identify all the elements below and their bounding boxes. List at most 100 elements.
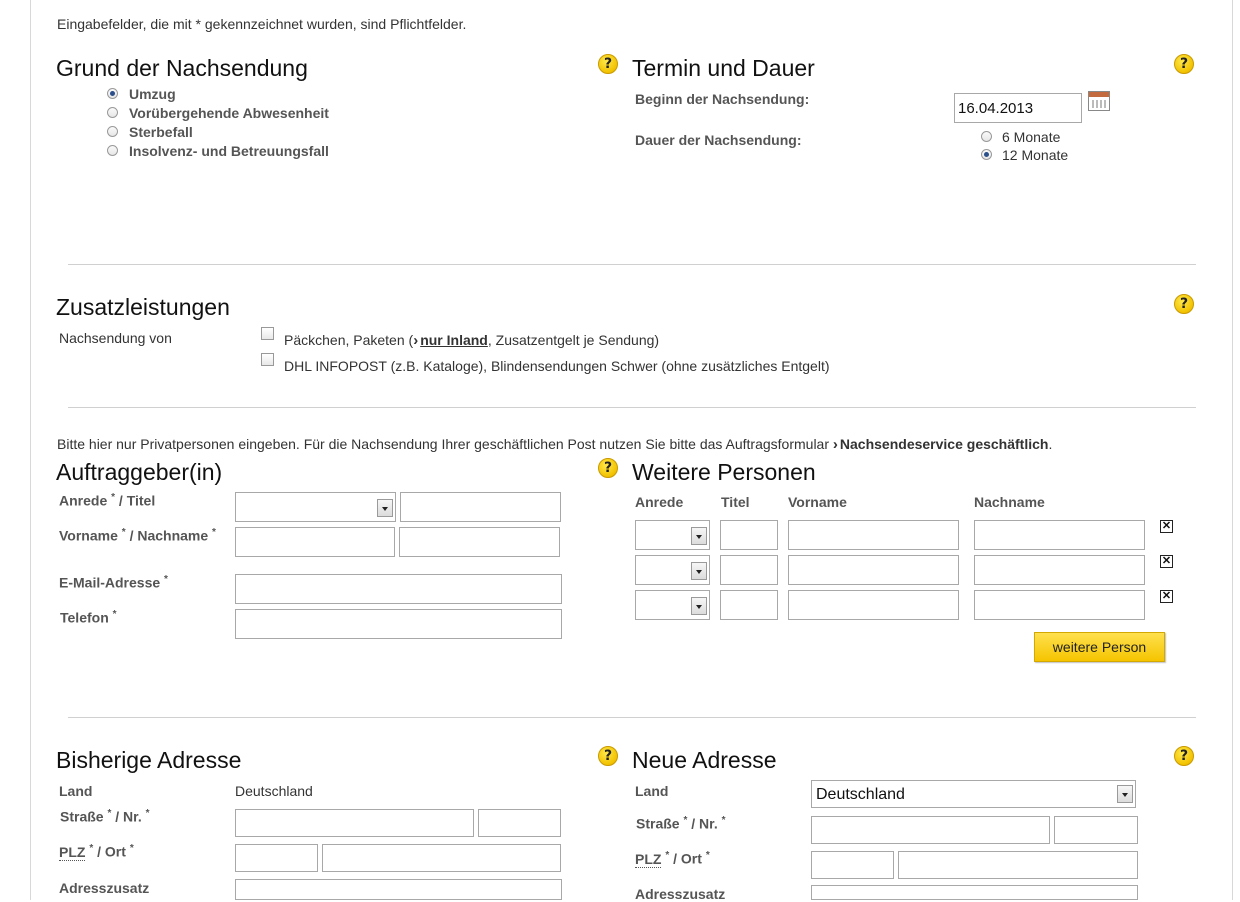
neue-zusatz-input[interactable] [811,885,1138,900]
neue-plz-label: PLZ * / Ort * [635,850,710,868]
grund-radio-insolvenz[interactable] [107,145,118,156]
geschaeftlich-link[interactable]: Nachsendeservice geschäftlich [833,436,1049,452]
neue-ort-input[interactable] [898,851,1138,879]
person-2-vorname-input[interactable] [788,555,959,585]
zusatz-checkbox-infopost[interactable] [261,353,274,366]
grund-radio-umzug[interactable] [107,88,118,99]
privat-note-end: . [1048,436,1053,452]
bisherige-nr-label-text: / Nr. [115,808,142,825]
person-2-titel-input[interactable] [720,555,778,585]
bisherige-land-label: Land [59,783,93,799]
divider-1 [68,264,1196,265]
page-border-right [1232,0,1233,900]
bisherige-ort-input[interactable] [322,844,561,872]
zusatz-title: Zusatzleistungen [56,294,230,320]
neue-strasse-input[interactable] [811,816,1050,844]
zusatz-help-icon[interactable]: ? [1174,294,1194,314]
zusatz-checkbox-pakete[interactable] [261,327,274,340]
vorname-label-text: Vorname [59,527,118,544]
chevron-down-icon [1117,785,1133,803]
anrede-select[interactable] [235,492,396,522]
bisherige-plz-label: PLZ * / Ort * [59,843,134,861]
chevron-down-icon [691,527,707,545]
bisherige-strasse-label-text: Straße [60,808,104,825]
calendar-icon[interactable] [1088,91,1110,111]
person-1-vorname-input[interactable] [788,520,959,550]
person-3-nachname-input[interactable] [974,590,1145,620]
person-2-anrede-select[interactable] [635,555,710,585]
person-3-vorname-input[interactable] [788,590,959,620]
titel-label-text: / Titel [118,492,156,509]
grund-label-umzug: Umzug [129,86,176,102]
person-1-nachname-input[interactable] [974,520,1145,550]
required-mark: * [145,808,150,819]
neue-land-select[interactable]: Deutschland [811,780,1136,808]
grund-help-icon[interactable]: ? [598,54,618,74]
grund-label-insolvenz: Insolvenz- und Betreuungsfall [129,143,329,159]
required-mark: * [705,850,710,861]
required-mark: * [107,808,112,819]
neue-plz-label-text: PLZ [635,850,662,868]
neue-help-icon[interactable]: ? [1174,746,1194,766]
required-mark: * [683,815,688,826]
anrede-titel-label: Anrede * / Titel [59,492,155,509]
neue-plz-input[interactable] [811,851,894,879]
zusatz-option-pakete-before: Päckchen, Paketen ( [284,332,414,348]
vorname-nachname-label: Vorname * / Nachname * [59,527,216,544]
grund-radio-abwesenheit[interactable] [107,107,118,118]
chevron-down-icon [377,499,393,517]
divider-3 [68,717,1196,718]
col-titel: Titel [721,494,750,510]
person-2-nachname-input[interactable] [974,555,1145,585]
bisherige-zusatz-input[interactable] [235,879,562,900]
bisherige-plz-input[interactable] [235,844,318,872]
required-mark: * [164,574,168,585]
termin-help-icon[interactable]: ? [1174,54,1194,74]
geschaeftlich-link-text[interactable]: Nachsendeservice geschäftlich [840,436,1049,452]
zusatz-row-label: Nachsendung von [59,330,172,346]
telefon-label-text: Telefon [60,609,109,626]
person-1-remove-icon[interactable]: ✕ [1160,520,1173,533]
neue-land-label: Land [635,783,669,799]
person-1-anrede-select[interactable] [635,520,710,550]
person-2-remove-icon[interactable]: ✕ [1160,555,1173,568]
beginn-date-input[interactable] [954,93,1082,123]
person-3-remove-icon[interactable]: ✕ [1160,590,1173,603]
required-mark: * [212,527,216,538]
nachname-input[interactable] [399,527,560,557]
person-3-titel-input[interactable] [720,590,778,620]
bisherige-nr-input[interactable] [478,809,561,837]
col-nachname: Nachname [974,494,1045,510]
zusatz-option-pakete: Päckchen, Paketen ( nur Inland, Zusatzent… [284,332,659,349]
titel-input[interactable] [400,492,561,522]
dauer-radio-6[interactable] [981,131,992,142]
grund-label-sterbefall: Sterbefall [129,124,193,140]
privat-note: Bitte hier nur Privatpersonen eingeben. … [57,436,1177,453]
bisherige-title: Bisherige Adresse [56,747,242,773]
nur-inland-link-text[interactable]: nur Inland [420,332,488,348]
weitere-title: Weitere Personen [632,459,816,485]
person-1-titel-input[interactable] [720,520,778,550]
grund-radio-sterbefall[interactable] [107,126,118,137]
vorname-input[interactable] [235,527,395,557]
zusatz-option-pakete-after: , Zusatzentgelt je Sendung) [487,332,660,348]
bisherige-plz-label-text: PLZ [59,843,86,861]
nur-inland-link[interactable]: nur Inland [413,332,488,348]
nachname-label-text: / Nachname [129,527,209,544]
zusatz-option-infopost: DHL INFOPOST (z.B. Kataloge), Blindensen… [284,358,830,374]
required-mark: * [129,843,134,854]
bisherige-ort-label-text: / Ort [97,843,126,860]
neue-nr-input[interactable] [1054,816,1138,844]
dauer-label-6: 6 Monate [1002,129,1061,145]
neue-strasse-label-text: Straße [636,815,680,832]
bisherige-strasse-input[interactable] [235,809,474,837]
dauer-radio-12[interactable] [981,149,992,160]
bisherige-help-icon[interactable]: ? [598,746,618,766]
auftraggeber-help-icon[interactable]: ? [598,458,618,478]
bisherige-land-value: Deutschland [235,783,313,799]
col-anrede: Anrede [635,494,684,510]
email-input[interactable] [235,574,562,604]
telefon-input[interactable] [235,609,562,639]
add-person-button[interactable]: weitere Person [1034,632,1165,662]
person-3-anrede-select[interactable] [635,590,710,620]
